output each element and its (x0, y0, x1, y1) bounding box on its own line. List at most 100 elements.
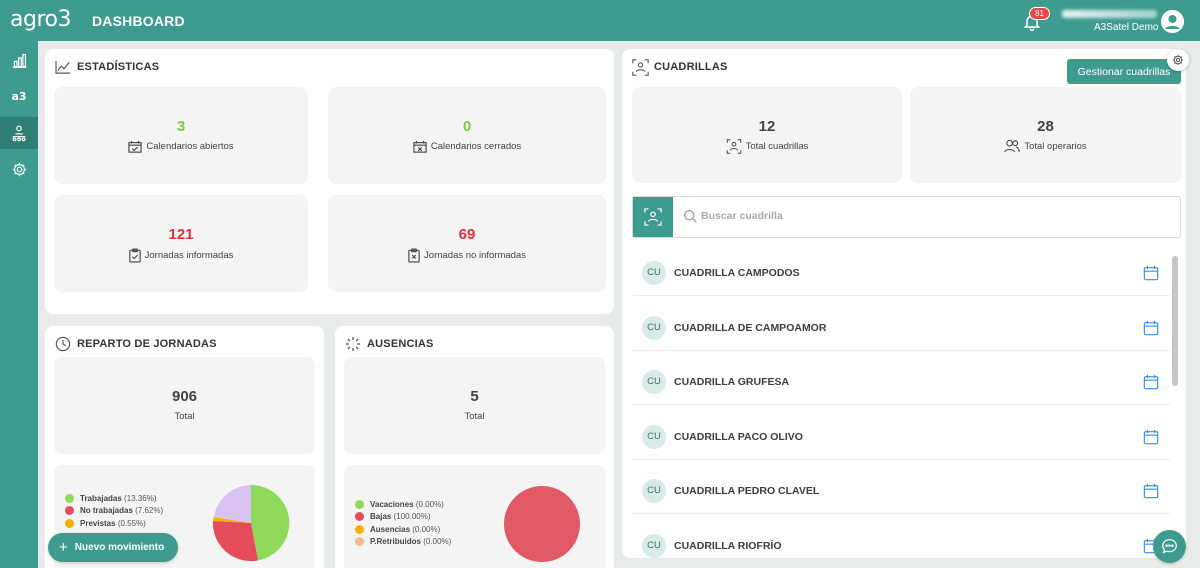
search-input[interactable] (701, 210, 1001, 222)
legend-item: Vacaciones (0.00%) (355, 498, 451, 511)
cuadrilla-name: CUADRILLA DE CAMPOAMOR (674, 321, 827, 334)
sidebar: a3 (0, 41, 38, 568)
cuadrillas-list: CU CUADRILLA CAMPODOS CU CUADRILLA DE CA… (630, 246, 1170, 558)
legend-name: Bajas (370, 512, 392, 522)
sidebar-item-settings[interactable] (0, 153, 38, 185)
legend-item: P.Retribuidos (0.00%) (355, 536, 451, 549)
stat-label-row: Jornadas informadas (54, 248, 308, 263)
team-icon (726, 139, 741, 154)
legend-dot (355, 512, 364, 522)
legend-item: Trabajadas (13.36%) (65, 492, 163, 505)
user-avatar[interactable] (1161, 10, 1184, 33)
legend-dot (355, 499, 364, 509)
calendar-icon[interactable] (1143, 429, 1159, 445)
stat-label-row: Calendarios cerrados (328, 140, 606, 153)
stat-card-calendarios-cerrados: 0 Calendarios cerrados (328, 87, 606, 184)
list-item[interactable]: CU CUADRILLA DE CAMPOAMOR (633, 305, 1170, 351)
legend-pct: (0.00%) (415, 499, 444, 509)
top-bar: agro3 DASHBOARD 81 A3Satel Demo (0, 0, 1200, 41)
search-cuadrilla-box (632, 196, 1181, 238)
reparto-total-label: Total (174, 411, 195, 422)
list-scrollbar[interactable] (1172, 256, 1178, 386)
users-icon (1004, 139, 1021, 153)
team-icon (12, 125, 26, 142)
legend-dot (65, 506, 74, 516)
legend-pct: (100.00%) (393, 512, 431, 522)
clipboard-check-icon (128, 248, 141, 263)
ausencias-total-card: 5 Total (344, 357, 605, 454)
total-cuadrillas-card: 12 Total cuadrillas (632, 87, 902, 183)
legend-item: Bajas (100.00%) (355, 511, 451, 524)
legend-pct: (7.62%) (135, 506, 164, 516)
list-item[interactable]: CU CUADRILLA PEDRO CLAVEL (633, 468, 1170, 514)
ausencias-chart-card: Vacaciones (0.00%) Bajas (100.00%) Ausen… (344, 465, 605, 568)
sidebar-item-statistics[interactable] (0, 44, 38, 76)
pie-slice-bajas (504, 486, 580, 562)
nuevo-movimiento-button[interactable]: + Nuevo movimiento (48, 533, 178, 562)
sidebar-item-a3[interactable]: a3 (0, 80, 38, 112)
list-item[interactable]: CU CUADRILLA RIOFRÍO (633, 523, 1170, 558)
ausencias-title: AUSENCIAS (367, 338, 434, 350)
search-filter-button[interactable] (633, 197, 673, 237)
calendar-icon[interactable] (1143, 374, 1159, 390)
legend-dot (355, 537, 364, 547)
list-item[interactable]: CU CUADRILLA GRUFESA (633, 359, 1170, 405)
sidebar-a3-label: a3 (11, 89, 27, 103)
calendar-check-icon (128, 140, 143, 153)
reparto-pie-chart (212, 484, 290, 562)
stat-label: Calendarios abiertos (146, 141, 234, 152)
reparto-total-value: 906 (171, 388, 198, 405)
calendar-x-icon (413, 140, 427, 153)
stat-label-row: Calendarios abiertos (54, 140, 308, 153)
team-icon (644, 208, 662, 226)
stat-card-jornadas-no-informadas: 69 Jornadas no informadas (328, 195, 606, 292)
app-logo[interactable]: agro3 (10, 7, 71, 32)
settings-button[interactable] (1167, 49, 1189, 71)
total-cuadrillas-label-row: Total cuadrillas (632, 139, 902, 154)
stat-value: 121 (168, 226, 194, 243)
page-title: DASHBOARD (92, 13, 185, 29)
gestionar-cuadrillas-button[interactable]: Gestionar cuadrillas (1067, 59, 1181, 84)
ausencias-total-value: 5 (470, 388, 479, 405)
calendar-icon[interactable] (1143, 265, 1159, 281)
ausencias-panel: AUSENCIAS 5 Total Vacaciones (0.00%) Baj… (335, 326, 614, 568)
ausencias-legend: Vacaciones (0.00%) Bajas (100.00%) Ausen… (355, 498, 451, 548)
legend-pct: (0.55%) (117, 518, 146, 528)
legend-dot (355, 524, 364, 534)
estadisticas-panel: ESTADÍSTICAS 3 Calendarios abiertos 0 Ca… (45, 49, 614, 314)
legend-pct: (0.00%) (423, 537, 452, 547)
calendar-icon[interactable] (1143, 320, 1159, 336)
stat-value: 0 (462, 118, 472, 135)
ausencias-total-label: Total (464, 411, 485, 422)
legend-pct: (13.36%) (124, 493, 157, 503)
legend-name: Trabajadas (80, 493, 122, 503)
legend-name: Previstas (80, 518, 116, 528)
reparto-panel: REPARTO DE JORNADAS 906 Total Trabajadas… (45, 326, 324, 568)
clock-icon (55, 336, 71, 352)
avatar: CU (642, 533, 666, 558)
notification-badge: 81 (1029, 7, 1050, 20)
avatar: CU (642, 260, 666, 285)
estadisticas-title: ESTADÍSTICAS (77, 61, 160, 73)
avatar: CU (642, 478, 666, 503)
legend-name: Ausencias (370, 524, 411, 534)
cuadrillas-title: CUADRILLAS (654, 61, 728, 73)
gear-icon (12, 162, 26, 176)
list-item[interactable]: CU CUADRILLA PACO OLIVO (633, 414, 1170, 460)
sidebar-item-cuadrillas[interactable] (0, 117, 38, 149)
legend-pct: (0.00%) (412, 524, 441, 534)
total-operarios-value: 28 (1037, 118, 1054, 135)
avatar: CU (642, 315, 666, 340)
plus-icon: + (59, 539, 68, 556)
total-operarios-card: 28 Total operarios (910, 87, 1181, 183)
stat-value: 3 (176, 118, 186, 135)
chat-icon (1162, 539, 1177, 554)
calendar-icon[interactable] (1143, 483, 1159, 499)
chat-button[interactable] (1153, 530, 1186, 563)
reparto-total-card: 906 Total (54, 357, 315, 454)
gear-icon (1173, 55, 1183, 65)
stat-label: Jornadas informadas (144, 250, 234, 261)
list-item[interactable]: CU CUADRILLA CAMPODOS (633, 250, 1170, 296)
legend-name: No trabajadas (80, 506, 133, 516)
pie-slice-trabajadas (251, 484, 290, 561)
